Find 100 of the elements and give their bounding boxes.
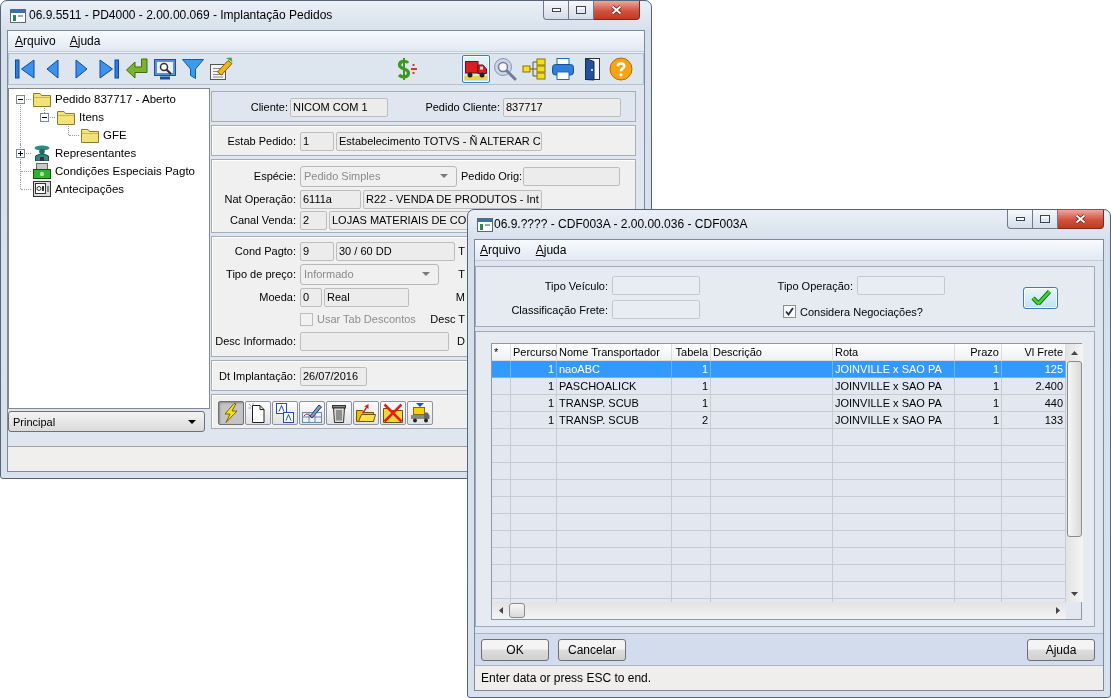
folder-cross-button[interactable] [380,401,406,425]
print-button[interactable] [549,55,577,83]
table-cell: 1 [511,378,557,395]
document-pencil-icon [209,57,233,81]
text-field[interactable]: 26/07/2016 [300,366,367,386]
checkbox[interactable] [783,305,796,318]
text-field[interactable]: 837717 [503,97,621,117]
text-field[interactable]: 6111a [300,189,361,209]
text-field[interactable]: 30 / 60 DD [336,241,455,261]
maximize-icon [576,6,586,14]
scroll-thumb[interactable] [1067,361,1082,537]
field-label: Canal Venda: [228,213,296,227]
grid-edit-button[interactable] [299,401,325,425]
edit-button[interactable] [207,55,235,83]
monitor-magnifier-icon [153,57,177,81]
text-field[interactable] [612,276,700,295]
check-icon [1030,290,1051,305]
open-folder-icon [356,403,376,423]
view-dropdown[interactable]: Principal [8,411,205,432]
text-field[interactable] [857,276,945,295]
squares-button[interactable] [272,401,298,425]
zoom-button[interactable] [491,55,519,83]
printer-icon [551,57,575,81]
app-icon [10,8,26,24]
caret-icon [188,419,196,424]
text-field[interactable]: 2 [300,210,327,230]
table-cell: PASCHOALICK [557,378,672,395]
truck-button[interactable] [462,55,490,83]
checkbox-label: Usar Tab Descontos [317,313,416,325]
folder-cross-icon [383,403,403,423]
safe-icon [33,181,51,197]
text-field[interactable] [612,300,700,319]
field-label: Espécie: [252,169,296,183]
vertical-scrollbar[interactable] [1066,344,1083,602]
table-cell: 1 [955,395,1002,412]
new-page-button[interactable] [245,401,271,425]
field-label: Tipo Operação: [776,279,853,292]
horizontal-scrollbar[interactable] [492,602,1066,619]
text-field[interactable] [300,331,449,351]
maximize-icon [1040,215,1050,223]
field-label: T [457,244,465,258]
help-button[interactable]: Ajuda [1027,638,1095,661]
left-arrow-icon [498,607,503,614]
confirm-button[interactable] [1023,286,1058,309]
plus-box-icon[interactable] [16,149,25,158]
table-row[interactable]: 1 TRANSP. SCUB 1 JOINVILLE x SAO PA 1 440 [492,395,1066,412]
lightning-button[interactable] [218,401,244,425]
field-label: D [456,334,465,348]
status-bar: Enter data or press ESC to end. [475,666,1103,690]
tree-item[interactable]: Condições Especiais Pagto [55,163,195,179]
text-field[interactable]: 9 [300,241,334,261]
tree-item[interactable]: Pedido 837717 - Aberto [55,91,176,107]
open-folder-button[interactable] [353,401,379,425]
folder-icon [81,127,99,143]
tree-item[interactable]: Representantes [55,145,137,161]
tree-item[interactable]: GFE [103,127,127,143]
delete-button[interactable] [326,401,352,425]
menu-item[interactable]: Ajuda [530,241,572,259]
close-icon [1075,214,1086,224]
people-icon [33,145,51,161]
field-label: Cond Pagto: [233,244,296,258]
app-icon [477,217,493,233]
magnifier-icon [493,57,517,81]
tree-item[interactable]: Antecipações [55,181,125,197]
close-button[interactable] [594,1,640,20]
field-label: Desc Informado: [214,334,296,348]
maximize-button[interactable] [569,1,594,20]
tree-item[interactable]: Itens [79,109,104,125]
field-label: T [457,267,465,281]
minus-box-icon[interactable] [40,113,49,122]
minimize-button[interactable] [543,1,569,20]
text-field[interactable]: Estabelecimento TOTVS - Ñ ALTERAR C [336,131,542,151]
truck-load-button[interactable] [407,401,433,425]
menu-item[interactable]: Arquivo [8,32,63,50]
menu-item[interactable]: Arquivo [475,241,526,259]
close-button[interactable] [1058,210,1104,229]
minus-box-icon[interactable] [16,95,25,104]
window-title: 06.9.5511 - PD4000 - 2.00.00.069 - Implantação Pedidos [29,8,333,23]
table-cell: JOINVILLE x SAO PA [833,395,955,412]
ok-button[interactable]: OK [481,638,549,661]
text-field[interactable]: 0 [300,287,322,307]
text-field[interactable]: R22 - VENDA DE PRODUTOS - Int [363,189,542,209]
minimize-button[interactable] [1007,210,1033,229]
table-cell: naoABC [557,361,672,378]
folder-icon [33,91,51,107]
table-row[interactable]: 1 PASCHOALICK 1 JOINVILLE x SAO PA 1 2.400 [492,378,1066,395]
cancel-button[interactable]: Cancelar [558,638,626,661]
table-cell: 1 [672,395,711,412]
text-field[interactable]: Real [324,287,409,307]
filter-icon [181,57,205,81]
text-field[interactable]: 1 [300,131,334,151]
menu-item[interactable]: Ajuda [62,32,108,50]
field-label: Pedido Cliente: [424,100,500,114]
maximize-button[interactable] [1033,210,1058,229]
field-label: Pedido Orig: [461,169,519,183]
scroll-thumb[interactable] [509,603,525,618]
text-field[interactable]: NICOM COM 1 [290,97,388,117]
field-label: Cliente: [249,100,288,114]
text-field[interactable] [523,166,620,186]
folder-icon [57,109,75,125]
